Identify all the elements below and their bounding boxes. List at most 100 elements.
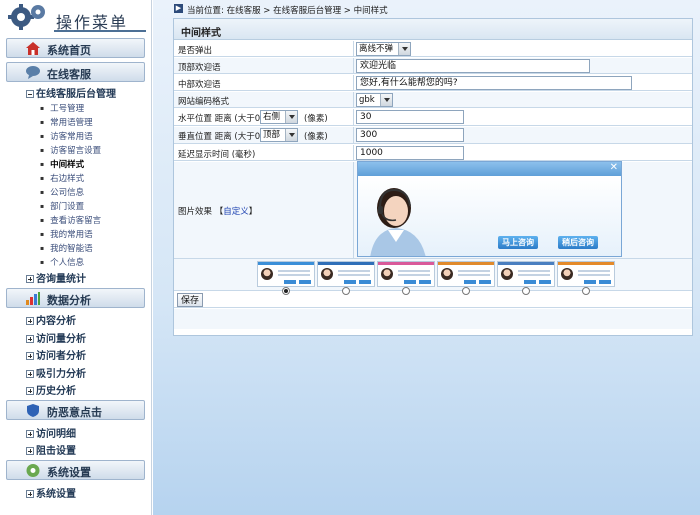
house-icon	[26, 42, 40, 55]
panel-title-bar: 中间样式	[174, 19, 692, 40]
hpos-unit: (像素)	[304, 114, 328, 124]
section-home-button[interactable]: 系统首页	[6, 38, 145, 58]
menu-item[interactable]: 我的常用语	[40, 228, 93, 240]
save-button[interactable]: 保存	[177, 293, 204, 307]
tree-attraction-analysis[interactable]: 吸引力分析	[26, 365, 86, 380]
panel-footer	[174, 309, 692, 329]
section-label: 系统首页	[47, 44, 91, 57]
section-data-analysis-button[interactable]: 数据分析	[6, 288, 145, 308]
tree-service-admin[interactable]: 在线客服后台管理	[26, 85, 116, 100]
theme-thumbnails	[174, 259, 692, 295]
row-delay: 延迟显示时间 (毫秒) 1000	[174, 145, 692, 161]
expand-icon	[26, 275, 34, 283]
section-label: 系统设置	[47, 466, 91, 479]
mid-greeting-label: 中部欢迎语	[178, 80, 221, 90]
tree-visit-detail[interactable]: 访问明细	[26, 425, 76, 440]
row-mid-greeting: 中部欢迎语 您好,有什么能帮您的吗?	[174, 75, 692, 91]
menu-item[interactable]: 访客常用语	[40, 130, 93, 142]
expand-icon	[26, 387, 34, 395]
settings-icon	[26, 464, 40, 477]
sidebar-header: 操作菜单	[0, 0, 152, 34]
expand-icon	[26, 352, 34, 360]
tree-system-settings[interactable]: 系统设置	[26, 485, 76, 500]
theme-thumbnail[interactable]	[437, 261, 495, 287]
hpos-select[interactable]: 右侧	[260, 110, 298, 124]
top-greeting-input[interactable]: 欢迎光临	[356, 59, 590, 73]
tree-consult-stats[interactable]: 咨询量统计	[26, 270, 86, 285]
encoding-label: 网站编码格式	[178, 97, 230, 107]
chevron-down-icon	[285, 129, 297, 141]
chevron-down-icon	[398, 43, 410, 55]
main-content: ▶ 当前位置: 在线客服 > 在线客服后台管理 > 中间样式 中间样式 是否弹出…	[153, 0, 700, 515]
settings-panel: 中间样式 是否弹出 离线不弹 顶部欢迎语 欢迎光临 中部欢迎语 您好,有什么能帮…	[173, 18, 693, 336]
menu-item[interactable]: 右边样式	[40, 172, 84, 184]
breadcrumb: ▶ 当前位置: 在线客服 > 在线客服后台管理 > 中间样式	[169, 2, 700, 16]
row-top-greeting: 顶部欢迎语 欢迎光临	[174, 58, 692, 74]
tree-visit-analysis[interactable]: 访问量分析	[26, 330, 86, 345]
section-system-settings-button[interactable]: 系统设置	[6, 460, 145, 480]
menu-item[interactable]: 工号管理	[40, 102, 84, 114]
row-save: 保存	[174, 292, 692, 308]
expand-icon	[26, 490, 34, 498]
delay-label: 延迟显示时间 (毫秒)	[178, 150, 256, 160]
arrow-right-icon: ▶	[174, 4, 183, 13]
support-agent-image	[370, 188, 426, 256]
popup-label: 是否弹出	[178, 46, 213, 56]
section-online-service-button[interactable]: 在线客服	[6, 62, 145, 82]
menu-item[interactable]: 我的智能语	[40, 242, 93, 254]
consult-later-button[interactable]: 稍后咨询	[558, 236, 598, 249]
row-vertical-position: 垂直位置 距离 (大于0) 顶部 (像素) 300	[174, 127, 692, 144]
menu-item[interactable]: 个人信息	[40, 256, 84, 268]
sidebar: 操作菜单 系统首页 在线客服 在线客服后台管理 工号管理 常用语管理 访客常用语…	[0, 0, 152, 515]
expand-icon	[26, 447, 34, 455]
theme-thumbnail[interactable]	[317, 261, 375, 287]
hpos-distance-input[interactable]: 30	[356, 110, 464, 124]
panel-title: 中间样式	[181, 28, 221, 39]
image-effect-label: 图片效果 【自定义】	[178, 207, 258, 217]
expand-icon	[26, 335, 34, 343]
expand-icon	[26, 370, 34, 378]
preview-title-bar: ✕	[358, 162, 621, 176]
tree-block-settings[interactable]: 阻击设置	[26, 442, 76, 457]
chevron-down-icon	[285, 111, 297, 123]
gear-icon	[8, 4, 45, 30]
popup-select[interactable]: 离线不弹	[356, 42, 411, 56]
expand-icon	[26, 317, 34, 325]
delay-input[interactable]: 1000	[356, 146, 464, 160]
top-greeting-label: 顶部欢迎语	[178, 63, 221, 73]
chat-icon	[26, 66, 40, 79]
consult-now-button[interactable]: 马上咨询	[498, 236, 538, 249]
theme-thumbnail[interactable]	[257, 261, 315, 287]
theme-thumbnail[interactable]	[557, 261, 615, 287]
menu-item[interactable]: 访客留言设置	[40, 144, 101, 156]
row-horizontal-position: 水平位置 距离 (大于0) 右侧 (像素) 30	[174, 109, 692, 126]
menu-item-active[interactable]: 中间样式	[40, 158, 84, 170]
close-icon[interactable]: ✕	[610, 162, 618, 173]
section-label: 在线客服	[47, 68, 91, 81]
vpos-select[interactable]: 顶部	[260, 128, 298, 142]
menu-item[interactable]: 查看访客留言	[40, 214, 101, 226]
preview-body: 马上咨询 稍后咨询	[358, 176, 621, 256]
mid-greeting-input[interactable]: 您好,有什么能帮您的吗?	[356, 76, 632, 90]
vpos-unit: (像素)	[304, 132, 328, 142]
row-encoding: 网站编码格式 gbk	[174, 92, 692, 108]
vpos-distance-input[interactable]: 300	[356, 128, 464, 142]
chat-window-preview: ✕ 马上咨询 稍后咨询	[357, 161, 622, 257]
tree-history-analysis[interactable]: 历史分析	[26, 382, 76, 397]
menu-item[interactable]: 部门设置	[40, 200, 84, 212]
menu-item[interactable]: 公司信息	[40, 186, 84, 198]
section-anti-click-button[interactable]: 防恶意点击	[6, 400, 145, 420]
theme-thumbnail[interactable]	[497, 261, 555, 287]
breadcrumb-text: 当前位置: 在线客服 > 在线客服后台管理 > 中间样式	[187, 6, 388, 16]
tree-visitor-analysis[interactable]: 访问者分析	[26, 347, 86, 362]
tree-content-analysis[interactable]: 内容分析	[26, 312, 76, 327]
collapse-icon	[26, 90, 34, 98]
bar-chart-icon	[26, 292, 40, 305]
custom-link[interactable]: 自定义	[223, 207, 249, 217]
shield-icon	[27, 404, 39, 417]
menu-item[interactable]: 常用语管理	[40, 116, 93, 128]
hpos-label: 水平位置 距离 (大于0)	[178, 114, 264, 124]
encoding-select[interactable]: gbk	[356, 93, 393, 107]
theme-thumbnail[interactable]	[377, 261, 435, 287]
header-divider	[54, 30, 146, 32]
